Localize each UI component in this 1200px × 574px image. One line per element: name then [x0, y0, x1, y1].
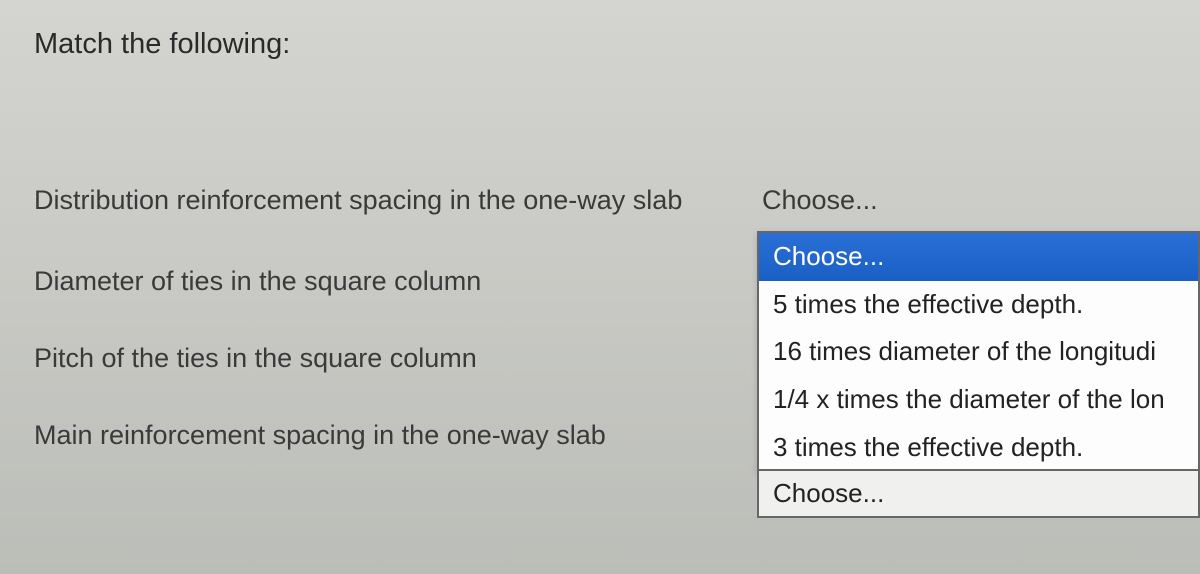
match-row: Distribution reinforcement spacing in th… — [34, 181, 1200, 220]
match-prompt: Diameter of ties in the square column — [34, 266, 754, 297]
dropdown-option[interactable]: 5 times the effective depth. — [759, 281, 1198, 329]
match-prompt: Main reinforcement spacing in the one-wa… — [34, 420, 754, 451]
match-select[interactable]: Choose... — [757, 469, 1200, 518]
match-prompt: Pitch of the ties in the square column — [34, 343, 754, 374]
dropdown-option[interactable]: 3 times the effective depth. — [759, 424, 1198, 472]
match-select[interactable]: Choose... — [754, 181, 886, 220]
question-heading: Match the following: — [34, 28, 1200, 61]
match-prompt: Distribution reinforcement spacing in th… — [34, 185, 754, 216]
dropdown-option[interactable]: 16 times diameter of the longitudi — [759, 328, 1198, 376]
dropdown-option[interactable]: Choose... — [759, 233, 1198, 281]
match-select-dropdown[interactable]: Choose... 5 times the effective depth. 1… — [757, 231, 1200, 473]
dropdown-option[interactable]: 1/4 x times the diameter of the lon — [759, 376, 1198, 424]
